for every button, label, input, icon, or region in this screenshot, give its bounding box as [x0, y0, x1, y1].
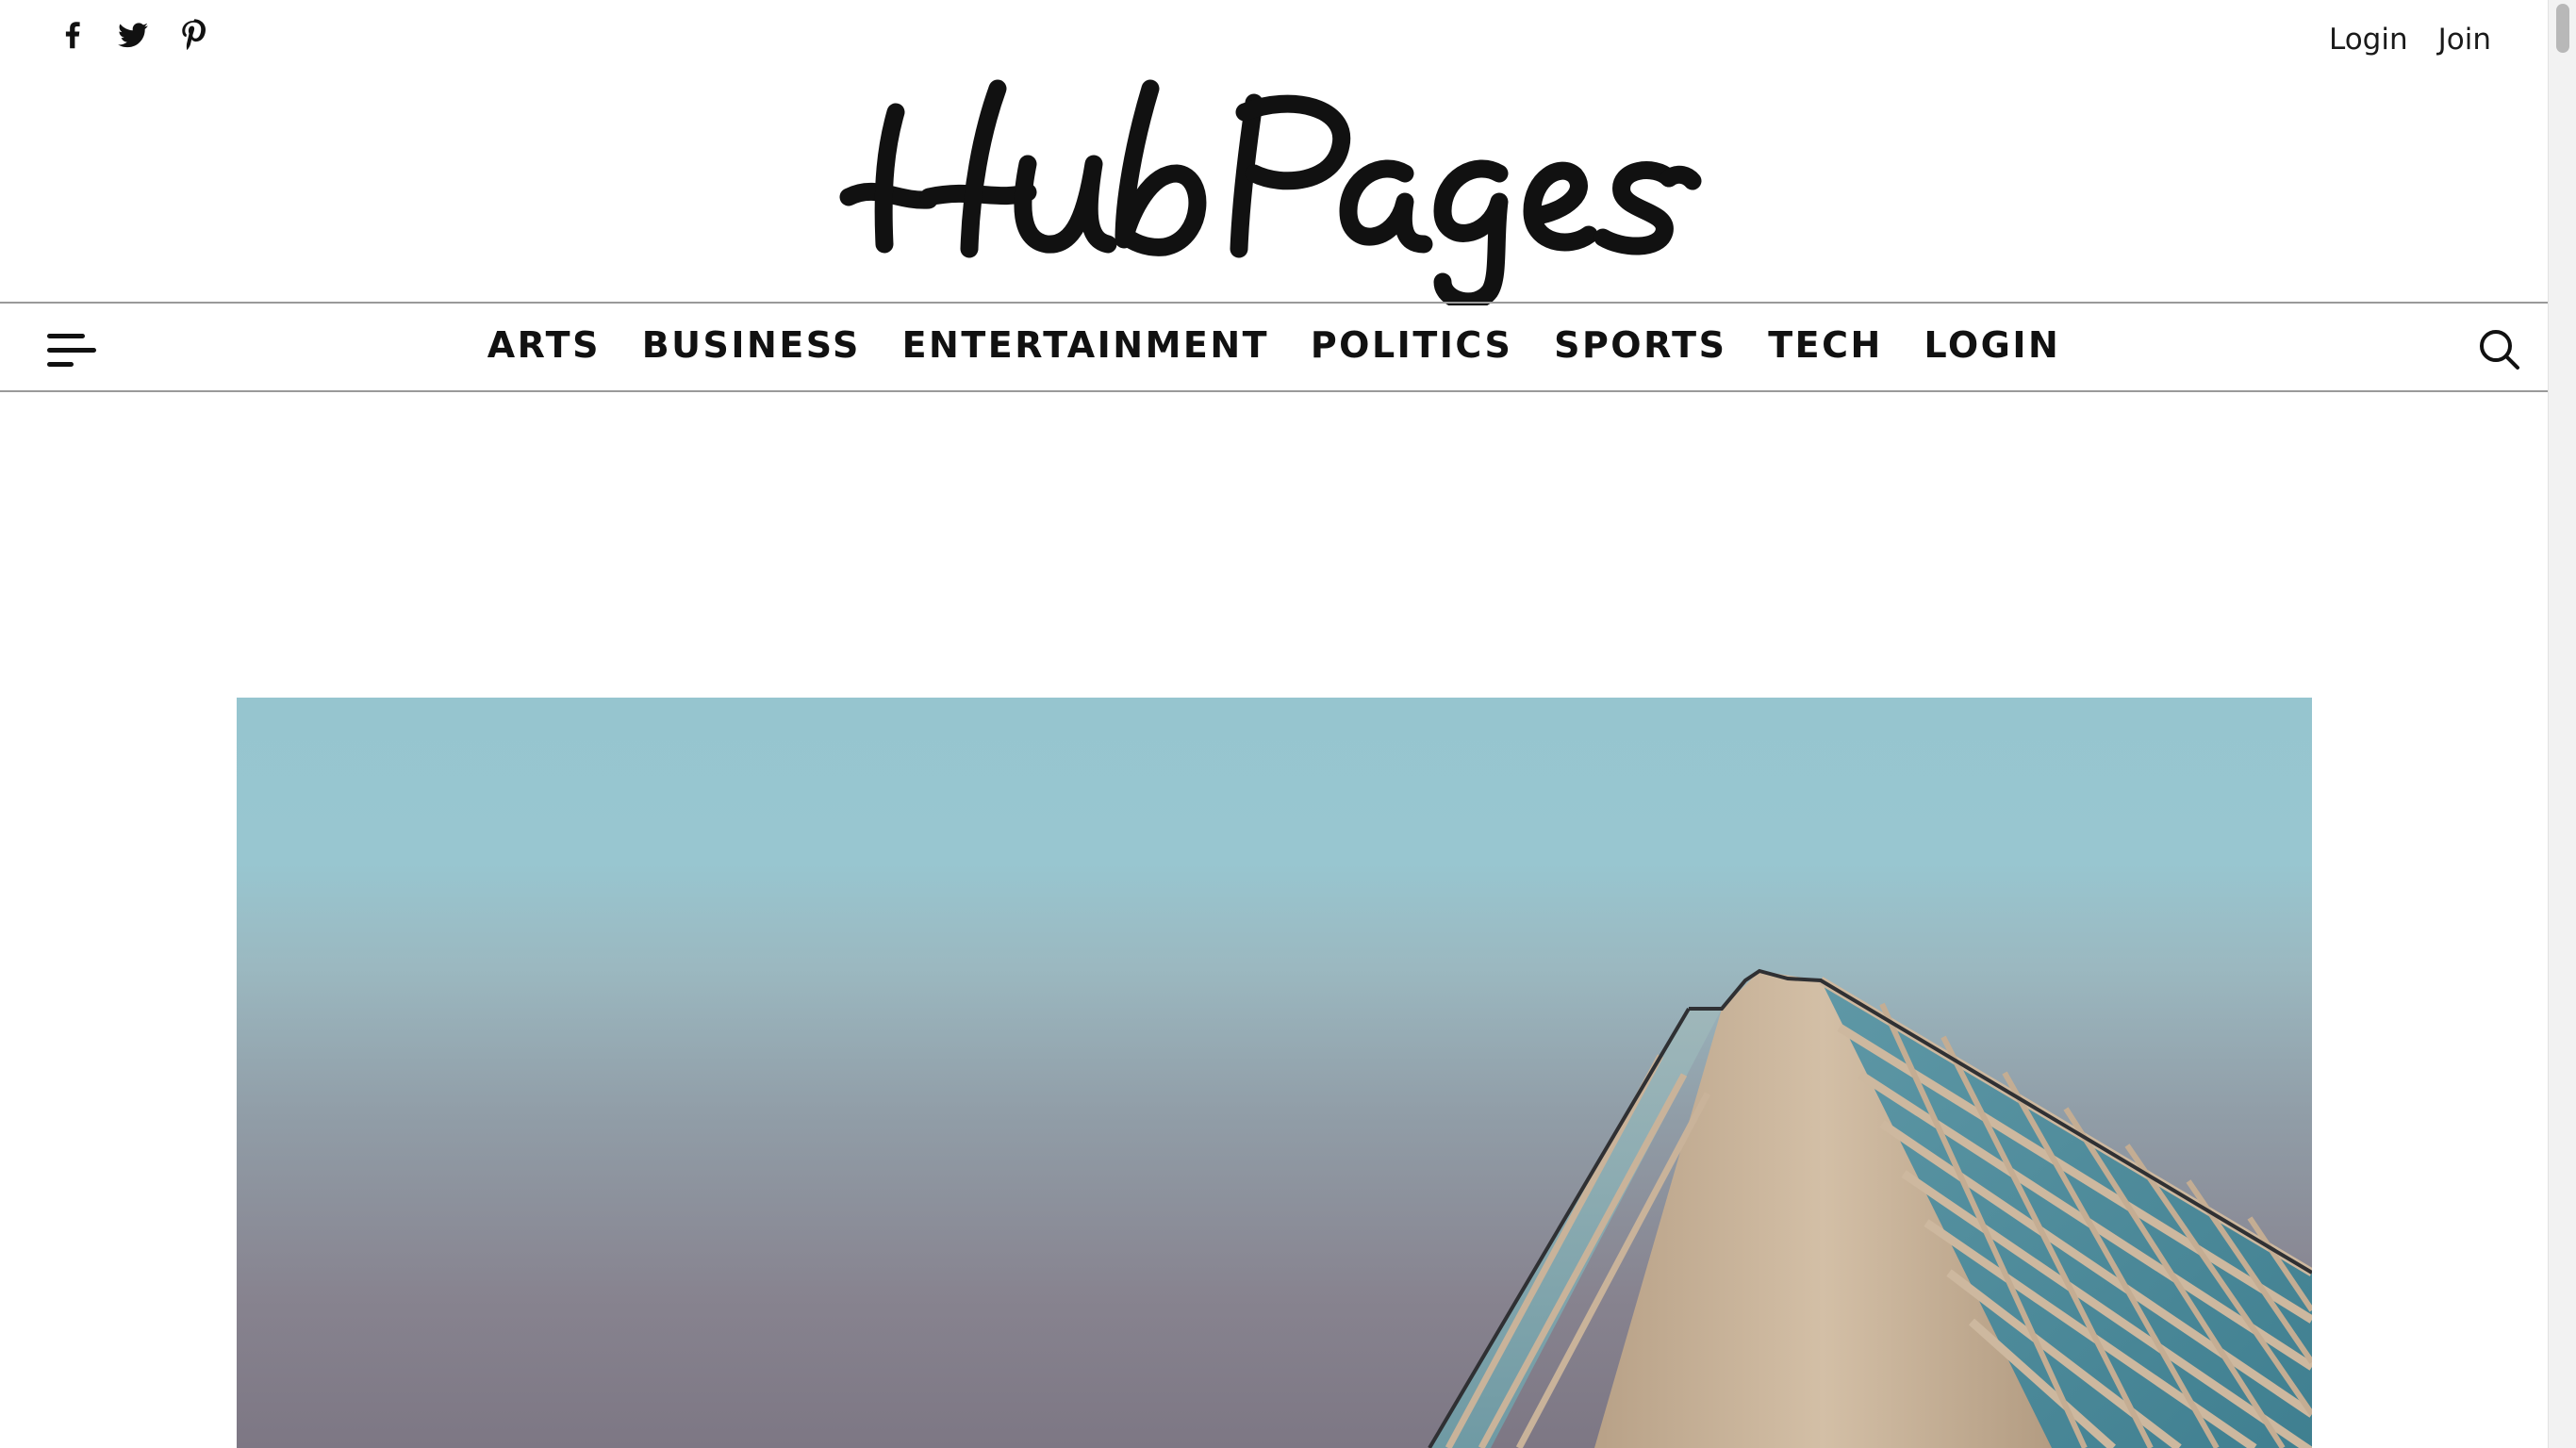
nav-item-entertainment[interactable]: ENTERTAINMENT — [902, 324, 1270, 366]
account-links: Login Join — [2329, 23, 2491, 57]
main-navigation: ARTS BUSINESS ENTERTAINMENT POLITICS SPO… — [0, 302, 2548, 392]
hero-image — [237, 698, 2312, 1448]
nav-item-login[interactable]: LOGIN — [1924, 324, 2061, 366]
nav-item-arts[interactable]: ARTS — [487, 324, 601, 366]
vertical-scrollbar[interactable] — [2548, 0, 2576, 1448]
pinterest-icon[interactable] — [175, 17, 211, 53]
hubpages-logo[interactable] — [839, 70, 1707, 305]
facebook-icon[interactable] — [55, 17, 91, 53]
nav-item-tech[interactable]: TECH — [1768, 324, 1883, 366]
nav-item-business[interactable]: BUSINESS — [642, 324, 861, 366]
main-content: Login Join ARTS BUSINESS ENTERTAINMENT P… — [0, 0, 2548, 1448]
nav-item-sports[interactable]: SPORTS — [1554, 324, 1726, 366]
login-link[interactable]: Login — [2329, 23, 2408, 57]
twitter-icon[interactable] — [115, 17, 151, 53]
nav-item-politics[interactable]: POLITICS — [1311, 324, 1513, 366]
scrollbar-thumb[interactable] — [2556, 4, 2569, 53]
join-link[interactable]: Join — [2438, 23, 2491, 57]
social-links — [55, 17, 211, 53]
nav-links: ARTS BUSINESS ENTERTAINMENT POLITICS SPO… — [0, 324, 2548, 366]
page: Login Join ARTS BUSINESS ENTERTAINMENT P… — [0, 0, 2576, 1448]
search-icon[interactable] — [2476, 326, 2521, 371]
building-corner-photo — [1428, 968, 2312, 1448]
